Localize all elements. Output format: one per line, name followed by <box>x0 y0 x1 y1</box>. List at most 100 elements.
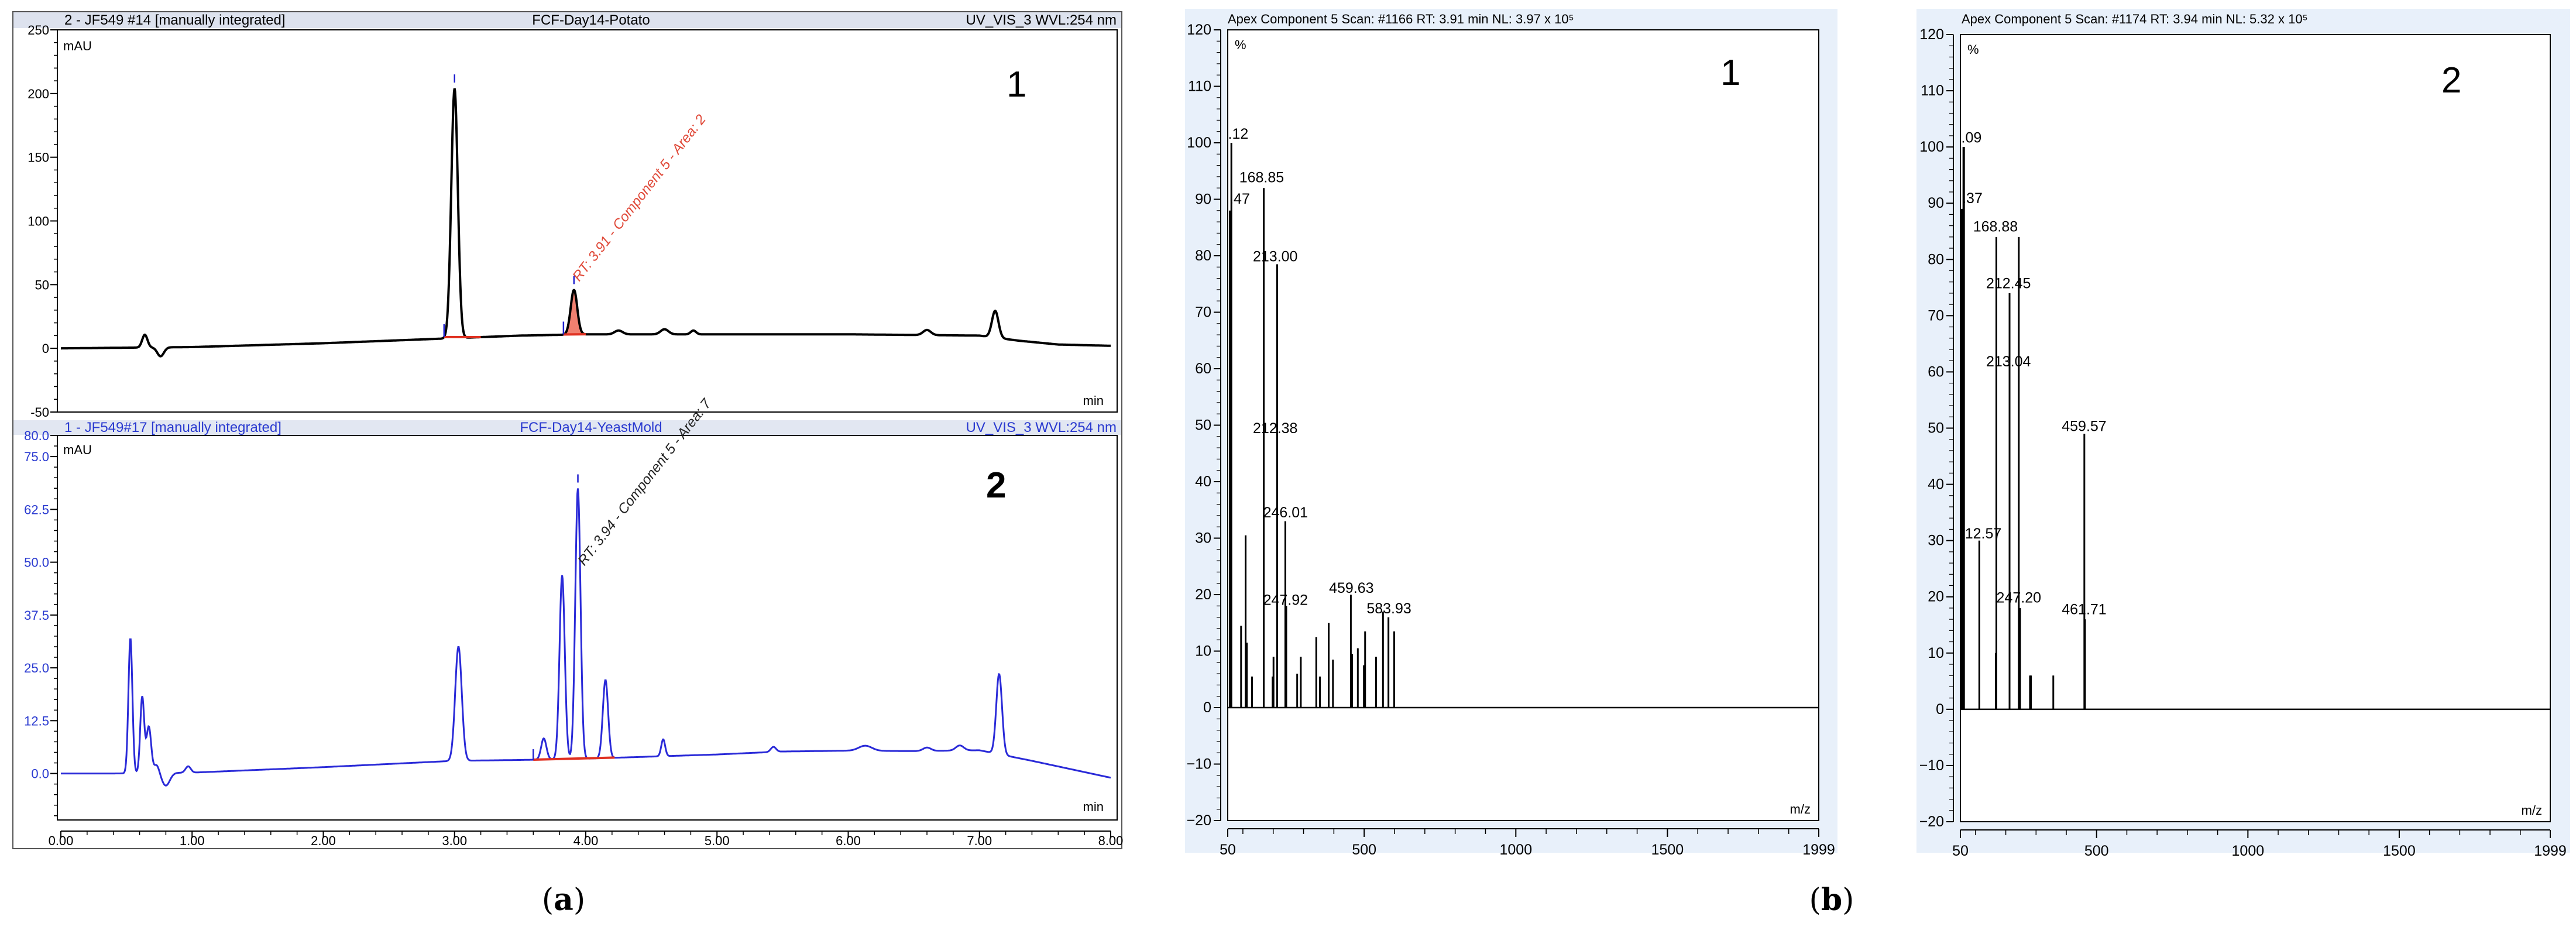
y-tick-label: 20 <box>1928 589 1944 605</box>
caption-a-close: ) <box>573 883 585 918</box>
x-tick-label: 1500 <box>2383 843 2416 859</box>
y-tick-label: 0 <box>42 341 49 356</box>
y-tick-label: −10 <box>1187 756 1211 773</box>
y-tick-label: 60 <box>1195 361 1211 377</box>
y-tick-label: 90 <box>1928 195 1944 211</box>
y-tick-label: -50 <box>30 405 49 420</box>
y-tick-label: 75.0 <box>24 449 49 464</box>
chrom2-header-right: UV_VIS_3 WVL:254 nm <box>966 420 1117 435</box>
y-tick-label: 110 <box>1188 78 1211 95</box>
spectrum2-ylabel: % <box>1967 42 1979 57</box>
y-tick-label: 90 <box>1195 191 1211 208</box>
y-tick-label: −20 <box>1919 814 1944 830</box>
y-tick-label: 37.5 <box>24 608 49 623</box>
spectrum2-panel-number: 2 <box>2441 60 2461 101</box>
x-tick-label: 1999 <box>1802 842 1835 858</box>
peak-label: .37 <box>1962 190 1983 207</box>
caption-b-open: ( <box>1809 883 1821 918</box>
x-tick-label: 6.00 <box>836 833 861 848</box>
y-tick-label: 100 <box>1919 139 1944 155</box>
x-tick-label: 50 <box>1952 843 1969 859</box>
y-tick-label: 60 <box>1928 363 1944 380</box>
x-tick-label: 1999 <box>2534 843 2567 859</box>
y-tick-label: 70 <box>1928 307 1944 324</box>
spectrum1-xlabel: m/z <box>1790 802 1811 816</box>
chrom2-header-left: 1 - JF549#17 [manually integrated] <box>64 420 281 435</box>
spectrum2-xlabel: m/z <box>2522 803 2542 818</box>
peak-label: 213.00 <box>1253 249 1297 265</box>
y-tick-label: 100 <box>1187 135 1211 151</box>
caption-b: (b) <box>1809 882 1854 918</box>
x-tick-label: 1000 <box>1499 842 1532 858</box>
x-tick-label: 4.00 <box>573 833 599 848</box>
peak-label: 246.01 <box>1263 505 1308 521</box>
chrom2-xlabel: min <box>1083 799 1104 814</box>
y-tick-label: 150 <box>28 150 49 165</box>
y-tick-label: −10 <box>1919 757 1944 774</box>
y-tick-label: 62.5 <box>24 502 49 517</box>
y-tick-label: 12.5 <box>24 713 49 728</box>
y-tick-label: 10 <box>1928 645 1944 661</box>
peak-label: .12 <box>1228 126 1249 142</box>
y-tick-label: 30 <box>1928 533 1944 549</box>
y-tick-label: 70 <box>1195 304 1211 321</box>
x-tick-label: 2.00 <box>311 833 336 848</box>
peak-label: 212.38 <box>1253 420 1297 437</box>
y-tick-label: 100 <box>28 214 49 229</box>
x-tick-label: 3.00 <box>442 833 467 848</box>
chrom1-ylabel: mAU <box>63 39 92 53</box>
chrom1-header-right: UV_VIS_3 WVL:254 nm <box>966 12 1117 28</box>
peak-label: .09 <box>1962 129 1982 146</box>
caption-a: (a) <box>542 882 585 918</box>
y-tick-label: 0 <box>1203 699 1211 716</box>
x-tick-label: 8.00 <box>1098 833 1124 848</box>
spectrum2-plot-frame <box>1960 34 2551 822</box>
chrom1-xlabel: min <box>1083 393 1104 408</box>
caption-b-close: ) <box>1842 883 1854 918</box>
x-tick-label: 0.00 <box>49 833 74 848</box>
peak-label: 459.57 <box>2062 418 2106 434</box>
y-tick-label: 50 <box>1195 417 1211 434</box>
y-tick-label: 50 <box>35 277 49 292</box>
peak-label: 212.45 <box>1986 275 2031 291</box>
x-tick-label: 7.00 <box>967 833 992 848</box>
y-tick-label: 120 <box>1187 22 1211 38</box>
y-tick-label: 0.0 <box>31 767 49 781</box>
chrom1-panel-number: 1 <box>1007 64 1026 105</box>
y-tick-label: −20 <box>1187 812 1211 829</box>
spectrum1-panel-number: 1 <box>1720 53 1740 93</box>
x-tick-label: 500 <box>2084 843 2109 859</box>
spectrum2-title: Apex Component 5 Scan: #1174 RT: 3.94 mi… <box>1962 12 2308 26</box>
chrom1-plot-frame <box>57 29 1118 413</box>
caption-b-letter: b <box>1821 882 1842 918</box>
x-tick-label: 500 <box>1352 842 1376 858</box>
peak-label: 461.71 <box>2062 601 2106 617</box>
spectrum1-title: Apex Component 5 Scan: #1166 RT: 3.91 mi… <box>1228 12 1574 26</box>
y-tick-label: 20 <box>1195 586 1211 603</box>
peak-label: .47 <box>1229 191 1250 207</box>
peak-label: 247.20 <box>1997 589 2041 606</box>
y-tick-label: 40 <box>1928 476 1944 493</box>
y-tick-label: 120 <box>1919 26 1944 43</box>
peak-label: 459.63 <box>1329 580 1373 596</box>
y-tick-label: 50.0 <box>24 555 49 570</box>
peak-label: 168.85 <box>1239 170 1284 186</box>
chrom1-header-title: FCF-Day14-Potato <box>532 12 650 28</box>
figure: 2 - JF549 #14 [manually integrated] FCF-… <box>12 9 2570 918</box>
chrom2-header-title: FCF-Day14-YeastMold <box>520 420 662 435</box>
x-tick-label: 50 <box>1220 842 1236 858</box>
y-tick-label: 25.0 <box>24 661 49 675</box>
x-tick-label: 1500 <box>1651 842 1684 858</box>
y-tick-label: 10 <box>1195 643 1211 660</box>
peak-label: 213.04 <box>1986 354 2031 370</box>
peak-label: 247.92 <box>1263 592 1308 608</box>
spectrum1-ylabel: % <box>1235 37 1246 52</box>
y-tick-label: 200 <box>28 87 49 101</box>
y-tick-label: 50 <box>1928 420 1944 437</box>
chrom2-ylabel: mAU <box>63 442 92 457</box>
y-tick-label: 80.0 <box>24 428 49 443</box>
y-tick-label: 80 <box>1928 251 1944 267</box>
chrom1-header-left: 2 - JF549 #14 [manually integrated] <box>64 12 286 28</box>
y-tick-label: 250 <box>28 23 49 37</box>
chrom2-panel-number: 2 <box>986 465 1006 506</box>
